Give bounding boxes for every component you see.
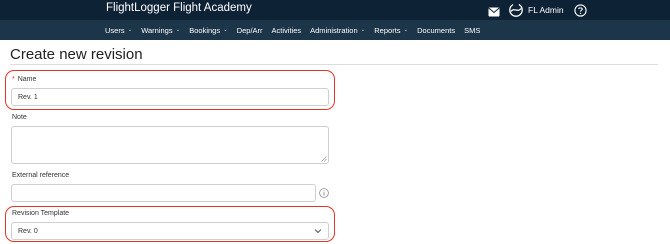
note-textarea[interactable] xyxy=(11,126,329,164)
revision-template-label: Revision Template xyxy=(12,210,70,217)
nav-item-reports[interactable]: Reports ⌄ xyxy=(374,26,408,35)
nav-item-users[interactable]: Users ⌄ xyxy=(105,26,132,35)
nav-item-label: Bookings xyxy=(189,25,221,35)
external-reference-label: External reference xyxy=(12,172,70,179)
resize-grip-icon[interactable] xyxy=(321,156,327,162)
nav-item-bookings[interactable]: Bookings ⌄ xyxy=(189,26,227,35)
nav-item-label: Activities xyxy=(271,25,302,35)
nav-item-sms[interactable]: SMS xyxy=(464,26,480,35)
name-label: * Name xyxy=(12,76,36,83)
nav-item-activities[interactable]: Activities xyxy=(272,26,302,35)
top-right-controls: FL Admin xyxy=(488,2,587,18)
external-reference-input[interactable] xyxy=(11,184,316,202)
nav-item-administration[interactable]: Administration ⌄ xyxy=(310,26,365,35)
chevron-down-icon: ⌄ xyxy=(127,27,133,33)
revision-template-selected-value: Rev. 0 xyxy=(18,227,38,235)
revision-template-select[interactable]: Rev. 0 xyxy=(11,222,329,240)
nav-items: Users ⌄ Warnings ⌄ Bookings ⌄ Dep/Arr Ac… xyxy=(105,20,489,40)
nav-item-label: Users xyxy=(105,25,125,35)
name-input[interactable] xyxy=(11,88,329,106)
title-divider xyxy=(10,64,658,65)
nav-item-documents[interactable]: Documents xyxy=(417,26,455,35)
required-marker: * xyxy=(12,76,15,83)
mail-icon[interactable] xyxy=(488,4,502,17)
top-bar: FlightLogger Flight Academy FL Admin xyxy=(0,0,670,20)
chevron-down-icon xyxy=(314,229,322,234)
note-label: Note xyxy=(12,114,27,121)
nav-item-label: Dep/Arr xyxy=(236,25,263,35)
flightlogger-logo-icon xyxy=(508,2,524,18)
nav-item-label: Reports xyxy=(374,25,401,35)
brand-title[interactable]: FlightLogger Flight Academy xyxy=(106,2,252,14)
nav-item-warnings[interactable]: Warnings ⌄ xyxy=(141,26,180,35)
page-title: Create new revision xyxy=(10,46,143,63)
info-icon[interactable] xyxy=(319,188,329,198)
chevron-down-icon: ⌄ xyxy=(223,27,228,33)
nav-item-label: Documents xyxy=(417,25,456,35)
user-menu[interactable]: FL Admin xyxy=(528,5,564,15)
help-icon[interactable] xyxy=(573,3,587,17)
chevron-down-icon: ⌄ xyxy=(360,27,366,33)
name-label-text: Name xyxy=(17,76,37,83)
nav-item-label: Warnings xyxy=(141,25,173,35)
nav-item-dep-arr[interactable]: Dep/Arr xyxy=(237,26,263,35)
chevron-down-icon: ⌄ xyxy=(403,27,409,33)
main-navigation: Users ⌄ Warnings ⌄ Bookings ⌄ Dep/Arr Ac… xyxy=(0,20,670,40)
nav-item-label: Administration xyxy=(310,25,358,35)
nav-item-label: SMS xyxy=(464,25,481,35)
chevron-down-icon: ⌄ xyxy=(175,27,181,33)
